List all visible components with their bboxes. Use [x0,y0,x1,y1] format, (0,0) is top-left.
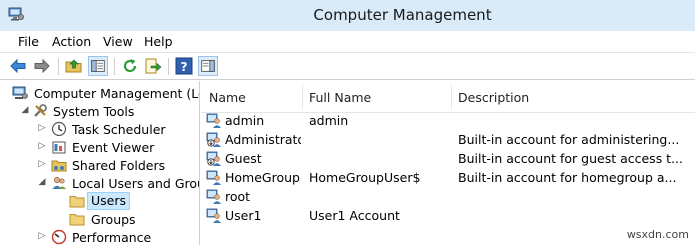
tree-item-event-viewer[interactable]: ▷ Event Viewer [0,138,199,156]
table-row[interactable]: root [201,187,695,206]
event-viewer-icon [52,141,66,154]
performance-icon [51,229,67,245]
tree-item-groups[interactable]: Groups [0,210,199,228]
menu-bar: File Action View Help [0,31,695,53]
tree-label: Shared Folders [72,158,166,173]
expand-arrow-icon[interactable]: ▷ [37,159,47,169]
tree-label: Computer Management (Local [34,86,199,101]
table-row[interactable]: Administrator Built-in account for admini… [201,130,695,149]
cell-full-name: admin [309,113,349,128]
tree-label: Local Users and Groups [72,176,199,191]
tree-label: Users [87,192,131,210]
tree-item-system-tools[interactable]: ◢ System Tools [0,102,199,120]
export-list-icon[interactable] [143,56,163,76]
window-title: Computer Management [313,6,492,24]
table-row[interactable]: admin admin [201,111,695,130]
cell-full-name: User1 Account [309,208,400,223]
system-tools-icon [34,104,47,117]
tree-label: Event Viewer [72,140,155,155]
list-header: Name Full Name Description [201,81,695,113]
title-bar[interactable]: Computer Management [0,0,695,31]
tree-item-users[interactable]: Users [0,192,199,210]
column-divider[interactable] [451,85,452,109]
expand-arrow-icon[interactable]: ▷ [37,141,47,151]
tree-label: System Tools [53,104,135,119]
user-icon [206,113,221,128]
cell-description: Built-in account for homegroup a... [458,170,677,185]
svg-text:?: ? [181,60,188,74]
task-scheduler-icon [51,121,67,137]
collapse-arrow-icon[interactable]: ◢ [20,105,30,115]
cell-description: Built-in account for guest access t... [458,151,684,166]
menu-action[interactable]: Action [52,34,91,49]
local-users-groups-icon [52,177,66,189]
table-row[interactable]: Guest Built-in account for guest access t… [201,149,695,168]
cell-description: Built-in account for administering... [458,132,680,147]
up-folder-icon[interactable] [64,56,84,76]
forward-arrow-icon[interactable] [32,56,52,76]
table-row[interactable]: User1 User1 Account [201,206,695,225]
users-list: Name Full Name Description admin admin Adm… [201,81,695,245]
console-tree: Computer Management (Local ◢ System Tool… [0,81,200,245]
cell-full-name: HomeGroupUser$ [309,170,421,185]
back-arrow-icon[interactable] [8,56,28,76]
toolbar: ? [0,53,695,80]
show-hide-action-pane-icon[interactable] [198,56,218,76]
user-icon [206,208,221,223]
cell-name: admin [225,113,265,128]
toolbar-separator [168,58,169,75]
tree-item-local-users-groups[interactable]: ◢ Local Users and Groups [0,174,199,192]
collapse-arrow-icon[interactable]: ◢ [37,177,47,187]
cell-name: HomeGroup... [225,170,301,185]
watermark: wsxdn.com [626,228,689,241]
show-hide-tree-icon[interactable] [88,56,108,76]
computer-management-icon [12,86,28,99]
toolbar-separator [114,58,115,75]
cell-name: User1 [225,208,262,223]
table-row[interactable]: HomeGroup... HomeGroupUser$ Built-in accou… [201,168,695,187]
tree-item-performance[interactable]: ▷ Performance [0,228,199,245]
folder-icon [69,196,85,208]
expand-arrow-icon[interactable]: ▷ [37,123,47,133]
folder-icon [69,214,85,226]
disabled-user-icon [206,132,221,147]
tree-item-computer-management[interactable]: Computer Management (Local [0,84,199,102]
menu-view[interactable]: View [103,34,133,49]
tree-label: Groups [91,212,136,227]
menu-help[interactable]: Help [144,34,173,49]
expand-arrow-icon[interactable]: ▷ [37,231,47,241]
user-icon [206,189,221,204]
tree-label: Performance [72,230,152,245]
column-divider[interactable] [302,85,303,109]
shared-folders-icon [51,160,67,172]
cell-name: Guest [225,151,262,166]
user-icon [206,170,221,185]
tree-label: Task Scheduler [72,122,166,137]
toolbar-separator [58,58,59,75]
cell-name: Administrator [225,132,301,147]
cell-name: root [225,189,251,204]
column-header-description[interactable]: Description [458,90,529,105]
help-icon[interactable]: ? [174,56,194,76]
tree-item-task-scheduler[interactable]: ▷ Task Scheduler [0,120,199,138]
column-header-full-name[interactable]: Full Name [309,90,371,105]
menu-file[interactable]: File [18,34,39,49]
refresh-icon[interactable] [120,56,140,76]
column-header-name[interactable]: Name [209,90,246,105]
disabled-user-icon [206,151,221,166]
tree-item-shared-folders[interactable]: ▷ Shared Folders [0,156,199,174]
